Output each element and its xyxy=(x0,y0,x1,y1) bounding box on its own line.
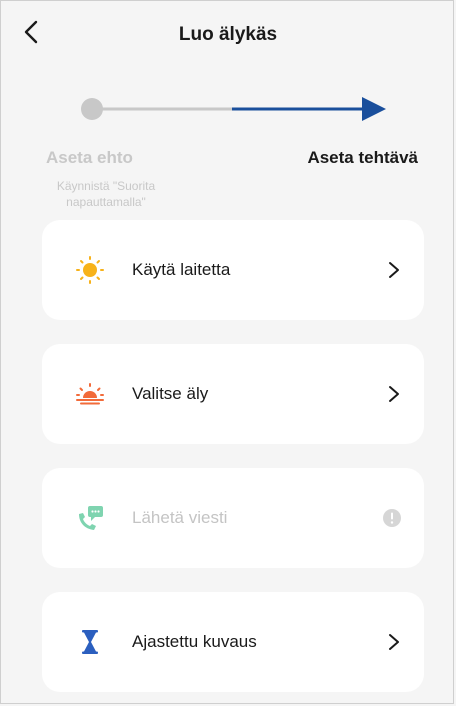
action-label: Käytä laitetta xyxy=(132,260,231,279)
action-label: Lähetä viesti xyxy=(132,508,228,527)
action-card-send-message[interactable]: Lähetä viesti xyxy=(42,468,424,568)
page-title: Luo älykäs xyxy=(178,24,278,45)
message-phone-icon xyxy=(79,506,103,530)
action-label: Ajastettu kuvaus xyxy=(132,632,257,651)
chevron-right-icon xyxy=(389,262,399,278)
action-card-select-smart[interactable]: Valitse äly xyxy=(42,344,424,444)
step-1-label: Aseta ehto xyxy=(46,148,133,167)
step-dot xyxy=(81,98,103,120)
chevron-right-icon xyxy=(389,634,399,650)
sun-icon xyxy=(76,256,104,284)
action-label: Valitse äly xyxy=(132,384,209,403)
action-card-scheduled[interactable]: Ajastettu kuvaus xyxy=(42,592,424,692)
step-progress xyxy=(81,97,386,121)
progress-arrowhead-icon xyxy=(362,97,386,121)
sunrise-icon xyxy=(76,383,104,405)
step-1-subtitle: Käynnistä "Suorita napauttamalla" xyxy=(56,179,156,209)
chevron-right-icon xyxy=(389,386,399,402)
header: Luo älykäs xyxy=(0,0,456,72)
info-icon[interactable] xyxy=(382,508,402,528)
hourglass-icon xyxy=(82,630,98,654)
action-card-use-device[interactable]: Käytä laitetta xyxy=(42,220,424,320)
step-2-label: Aseta tehtävä xyxy=(307,148,418,167)
